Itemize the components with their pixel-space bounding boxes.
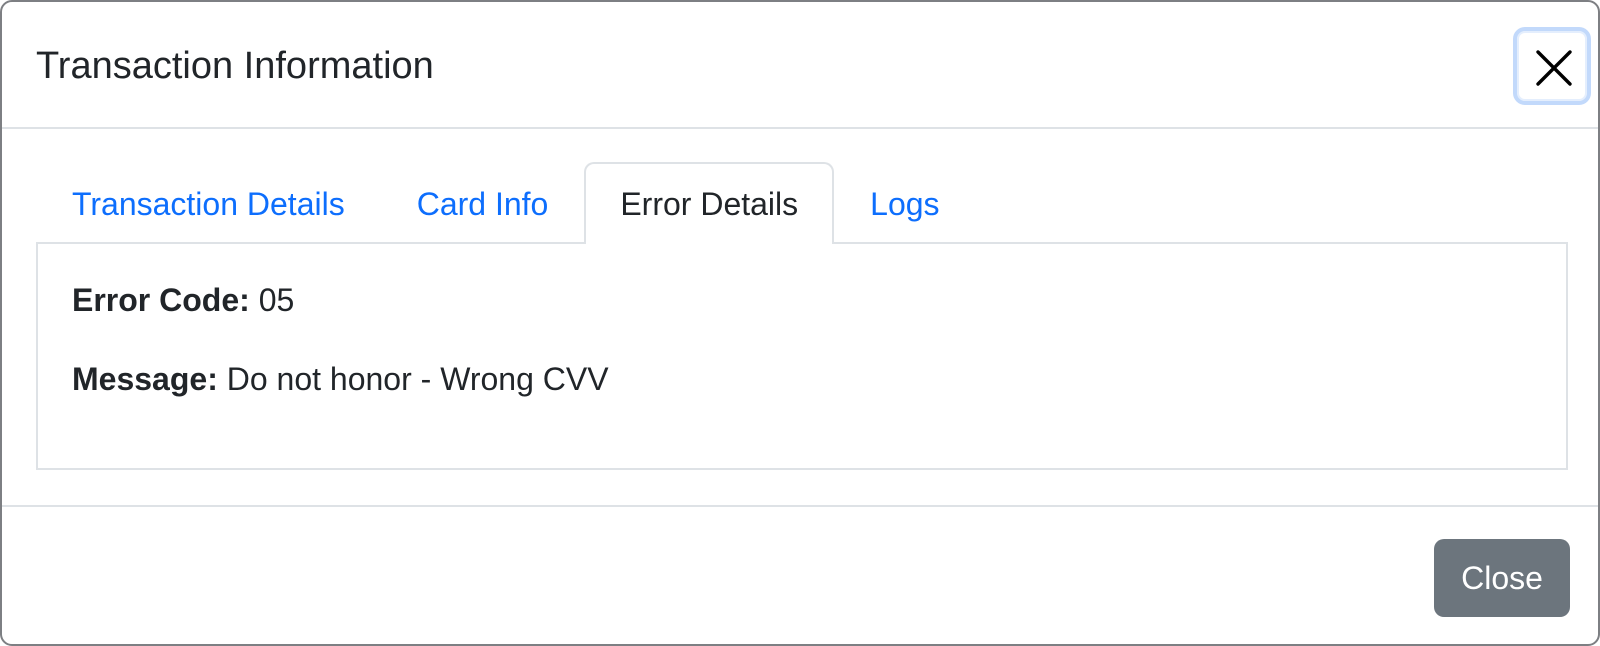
error-message-value: Do not honor - Wrong CVV bbox=[226, 361, 609, 397]
transaction-modal: Transaction Information Transaction Deta… bbox=[0, 0, 1600, 646]
error-code-label: Error Code: bbox=[72, 282, 250, 318]
modal-title: Transaction Information bbox=[36, 45, 434, 87]
tab-card-info[interactable]: Card Info bbox=[381, 162, 585, 244]
modal-body: Transaction Details Card Info Error Deta… bbox=[2, 129, 1598, 505]
error-code-row: Error Code: 05 bbox=[72, 280, 294, 320]
error-message-label: Message: bbox=[72, 361, 218, 397]
header-close-button[interactable] bbox=[1513, 27, 1591, 105]
close-button[interactable]: Close bbox=[1434, 539, 1570, 617]
error-message-row: Message: Do not honor - Wrong CVV bbox=[72, 359, 609, 399]
tab-error-details[interactable]: Error Details bbox=[584, 162, 835, 244]
modal-footer: Close bbox=[2, 505, 1598, 644]
tab-list: Transaction Details Card Info Error Deta… bbox=[36, 162, 1568, 244]
modal-header: Transaction Information bbox=[2, 2, 1598, 129]
tab-logs[interactable]: Logs bbox=[834, 162, 975, 244]
error-details-panel: Error Code: 05 Message: Do not honor - W… bbox=[36, 242, 1568, 470]
error-code-value: 05 bbox=[258, 282, 295, 318]
tab-transaction-details[interactable]: Transaction Details bbox=[36, 162, 381, 244]
